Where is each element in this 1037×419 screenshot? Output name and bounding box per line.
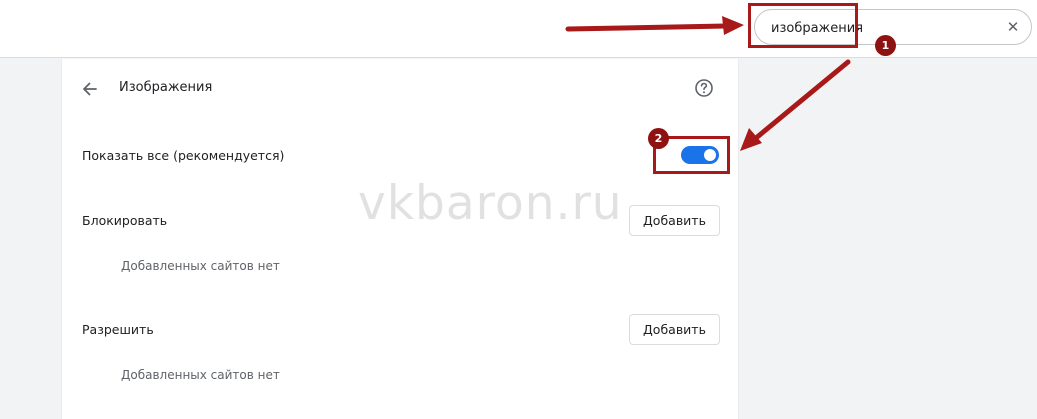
arrow-back-icon[interactable]: [80, 79, 100, 99]
step-badge-1: 1: [875, 35, 896, 56]
arrow-to-toggle: [753, 59, 851, 141]
block-add-button[interactable]: Добавить: [629, 205, 720, 236]
images-settings-panel: Изображения Показать все (рекомендуется)…: [61, 59, 739, 419]
show-all-label: Показать все (рекомендуется): [82, 148, 285, 163]
step-badge-2: 2: [648, 128, 669, 149]
toggle-knob: [704, 149, 716, 161]
block-section-label: Блокировать: [82, 213, 168, 228]
allow-add-button[interactable]: Добавить: [629, 314, 720, 345]
allow-empty-note: Добавленных сайтов нет: [121, 368, 280, 382]
page-title: Изображения: [119, 80, 213, 95]
close-icon[interactable]: ✕: [1005, 19, 1021, 35]
help-circle-icon[interactable]: [694, 78, 714, 98]
arrow-to-toggle-head: [740, 128, 762, 151]
block-empty-note: Добавленных сайтов нет: [121, 259, 280, 273]
allow-section-label: Разрешить: [82, 322, 154, 337]
show-all-toggle[interactable]: [681, 146, 719, 164]
